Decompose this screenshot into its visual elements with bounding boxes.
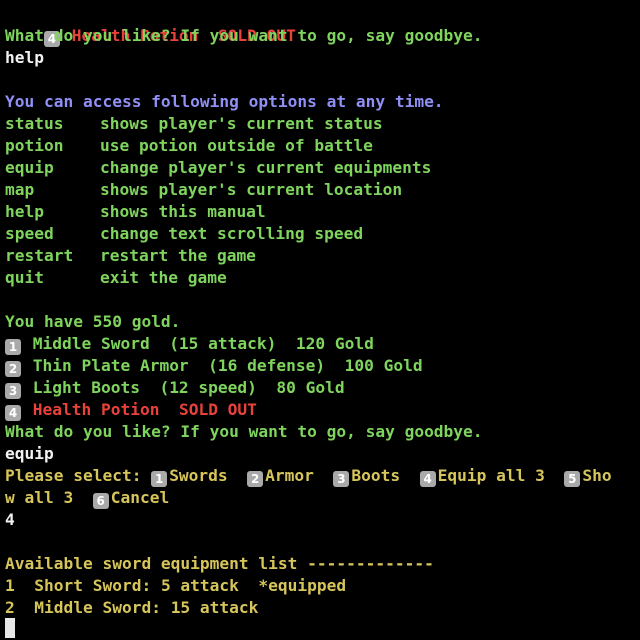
sword-list-item: 2 Middle Sword: 15 attack: [5, 597, 258, 619]
sword-number: 1: [5, 576, 15, 595]
help-command: status: [5, 114, 64, 133]
option-equip-all: Equip all 3: [437, 466, 545, 485]
user-input-help: help: [5, 48, 44, 67]
sword-list-header: Available sword equipment list ---------…: [5, 554, 434, 573]
help-description: shows player's current status: [100, 114, 383, 133]
shop-item-middle-sword: 1 Middle Sword (15 attack) 120 Gold: [5, 333, 374, 355]
help-row-speed: speed change text scrolling speed: [5, 223, 363, 245]
option-show-all: Sho: [582, 466, 612, 485]
keycap-digit-icon: 1: [151, 471, 168, 487]
select-label: Please select:: [5, 466, 152, 485]
help-description: change text scrolling speed: [100, 224, 364, 243]
keycap-digit-icon: 5: [564, 471, 581, 487]
shop-item-health-potion-top: 4 Health Potion SOLD OUT: [5, 3, 296, 47]
shop-item-text: Light Boots (12 speed) 80 Gold: [32, 378, 345, 397]
keycap-digit-icon: 2: [5, 361, 21, 377]
shop-item-text: Middle Sword (15 attack) 120 Gold: [32, 334, 374, 353]
option-show-all-wrap: w all 3: [5, 488, 74, 507]
user-input-equip: equip: [5, 444, 54, 463]
shop-item-text: Thin Plate Armor (16 defense) 100 Gold: [32, 356, 423, 375]
keycap-digit-icon: 4: [419, 471, 436, 487]
help-command: restart: [5, 246, 74, 265]
help-description: use potion outside of battle: [100, 136, 373, 155]
shop-item-light-boots: 3 Light Boots (12 speed) 80 Gold: [5, 377, 345, 399]
user-input-4: 4: [5, 510, 15, 529]
shop-item-thin-plate-armor: 2 Thin Plate Armor (16 defense) 100 Gold: [5, 355, 423, 377]
keycap-digit-icon: 3: [333, 471, 350, 487]
gold-status: You have 550 gold.: [5, 312, 181, 331]
sold-out-label: SOLD OUT: [178, 400, 257, 419]
sword-number: 2: [5, 598, 15, 617]
help-header: You can access following options at any …: [5, 92, 444, 111]
help-command: speed: [5, 224, 54, 243]
text-cursor[interactable]: [5, 618, 15, 638]
option-boots: Boots: [351, 466, 401, 485]
shop-prompt: What do you like? If you want to go, say…: [5, 26, 483, 45]
help-row-equip: equip change player's current equipments: [5, 157, 431, 179]
keycap-digit-icon: 1: [5, 339, 21, 355]
equip-select-menu: Please select: 1 Swords 2 Armor 3 Boots 4 Eq…: [5, 465, 612, 487]
shop-item-health-potion: 4 Health Potion SOLD OUT: [5, 399, 257, 421]
help-row-restart: restart restart the game: [5, 245, 256, 267]
keycap-digit-icon: 3: [5, 383, 21, 399]
option-cancel: Cancel: [110, 488, 170, 507]
help-command: map: [5, 180, 35, 199]
option-armor: Armor: [265, 466, 314, 485]
help-command: quit: [5, 268, 44, 287]
help-description: exit the game: [100, 268, 227, 287]
help-description: restart the game: [100, 246, 256, 265]
item-name: Health Potion: [32, 400, 160, 419]
keycap-digit-icon: 2: [247, 471, 264, 487]
help-description: change player's current equipments: [100, 158, 432, 177]
shop-prompt: What do you like? If you want to go, say…: [5, 422, 483, 441]
sword-list-item: 1 Short Sword: 5 attack *equipped: [5, 575, 346, 597]
help-row-status: status shows player's current status: [5, 113, 383, 135]
help-row-help: help shows this manual: [5, 201, 266, 223]
help-row-potion: potion use potion outside of battle: [5, 135, 373, 157]
sword-text: Middle Sword: 15 attack: [34, 598, 259, 617]
sword-text: Short Sword: 5 attack *equipped: [34, 576, 347, 595]
help-row-quit: quit exit the game: [5, 267, 227, 289]
help-description: shows this manual: [100, 202, 266, 221]
option-swords: Swords: [169, 466, 228, 485]
help-description: shows player's current location: [100, 180, 403, 199]
keycap-digit-icon: 4: [5, 405, 21, 421]
help-command: help: [5, 202, 44, 221]
help-command: potion: [5, 136, 64, 155]
help-command: equip: [5, 158, 54, 177]
equip-select-menu-wrap: w all 3 6 Cancel: [5, 487, 169, 509]
terminal-window[interactable]: 4 Health Potion SOLD OUT What do you lik…: [0, 0, 640, 640]
help-row-map: map shows player's current location: [5, 179, 402, 201]
keycap-digit-icon: 6: [92, 493, 109, 509]
